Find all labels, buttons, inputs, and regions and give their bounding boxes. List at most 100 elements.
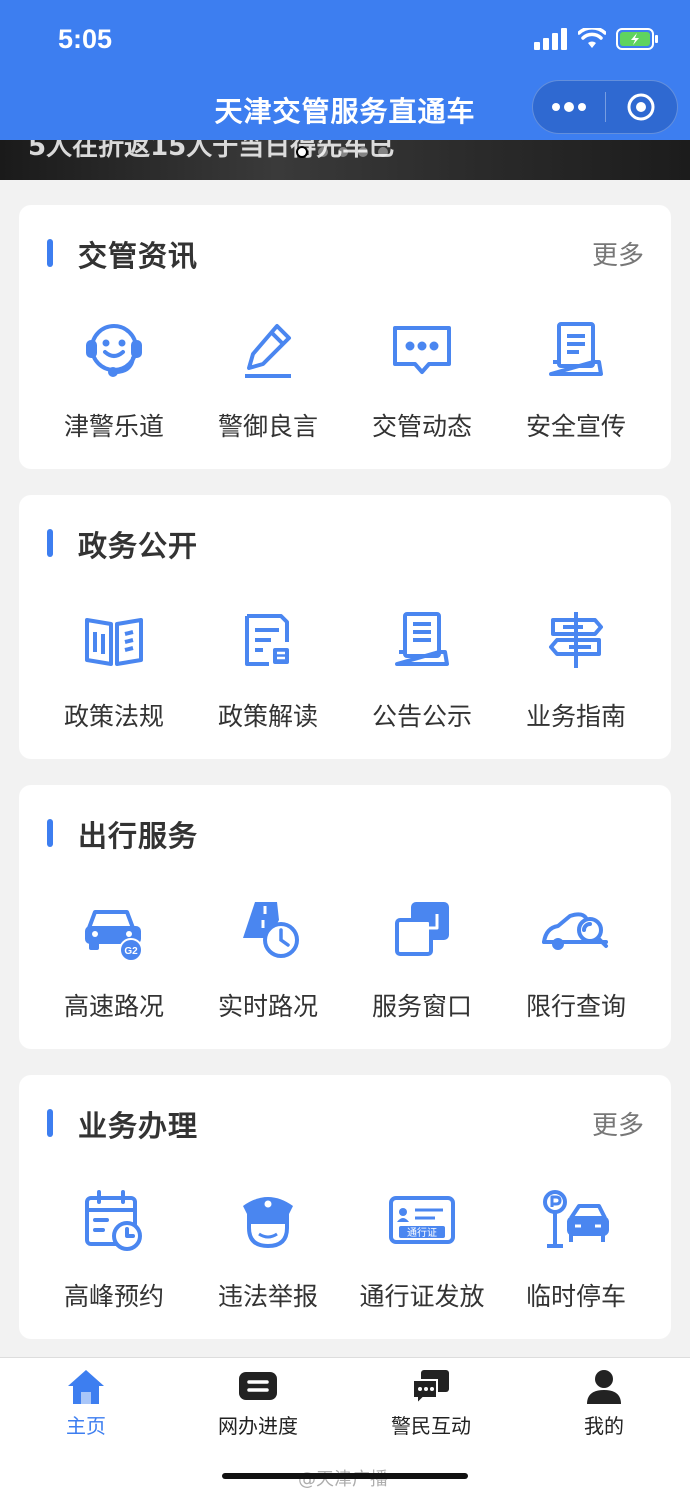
grid-label: 业务指南 bbox=[525, 702, 626, 731]
section-traffic-news: 交管资讯 更多 津警乐道 警御良言 交管动态 安全宣传 bbox=[19, 205, 671, 469]
grid-label: 交管动态 bbox=[371, 412, 472, 441]
section-business-handling: 业务办理 更多 高峰预约 违法举报 通行证 通行证发放 临时停车 bbox=[19, 1075, 671, 1339]
grid-item-fuwuchuangkou[interactable]: 服务窗口 bbox=[345, 895, 499, 1023]
grid-label: 违法举报 bbox=[217, 1282, 318, 1311]
signal-icon bbox=[534, 28, 567, 50]
banner-carousel[interactable]: 5人在折返15人于当日得先车已 bbox=[0, 140, 690, 180]
signpost-icon bbox=[540, 605, 612, 677]
grid-item-tongxingzhengfafang[interactable]: 通行证 通行证发放 bbox=[345, 1185, 499, 1313]
target-icon bbox=[627, 93, 655, 121]
car-g2-icon: G2 bbox=[78, 895, 150, 967]
tab-label: 警民互动 bbox=[391, 1414, 471, 1438]
pass-card-text: 通行证 bbox=[407, 1226, 437, 1239]
grid-item-zhengcefagui[interactable]: 政策法规 bbox=[37, 605, 191, 733]
user-icon bbox=[587, 1370, 621, 1404]
section-title: 交管资讯 bbox=[78, 239, 199, 273]
more-options-button[interactable] bbox=[533, 81, 605, 133]
section-header: 交管资讯 更多 bbox=[19, 233, 671, 273]
status-time: 5:05 bbox=[58, 24, 113, 54]
grid-item-yewuzhinan[interactable]: 业务指南 bbox=[499, 605, 653, 733]
window-squares-icon bbox=[386, 895, 458, 967]
more-link[interactable]: 更多 bbox=[592, 1105, 644, 1142]
tab-label: 主页 bbox=[66, 1414, 106, 1438]
grid-label: 公告公示 bbox=[371, 702, 472, 731]
section-header: 政务公开 bbox=[19, 523, 671, 563]
section-travel-services: 出行服务 G2 高速路况 实时路况 服务窗口 限行查询 bbox=[19, 785, 671, 1049]
section-header: 出行服务 bbox=[19, 813, 671, 853]
section-header: 业务办理 更多 bbox=[19, 1103, 671, 1143]
tab-interaction[interactable]: 警民互动 bbox=[345, 1368, 517, 1439]
document-stand-icon bbox=[540, 315, 612, 387]
grid-label: 通行证发放 bbox=[359, 1282, 485, 1311]
police-officer-icon bbox=[232, 1185, 304, 1257]
section-government-affairs: 政务公开 政策法规 政策解读 公告公示 业务指南 bbox=[19, 495, 671, 759]
section-title: 出行服务 bbox=[78, 819, 199, 853]
g2-badge: G2 bbox=[124, 946, 138, 957]
grid-item-xianxingchaxun[interactable]: 限行查询 bbox=[499, 895, 653, 1023]
section-accent-bar bbox=[47, 819, 53, 847]
interaction-icon bbox=[412, 1370, 449, 1406]
grid-item-zhengcejiedu[interactable]: 政策解读 bbox=[191, 605, 345, 733]
nav-bar: 天津交管服务直通车 bbox=[0, 80, 690, 140]
tab-progress[interactable]: 网办进度 bbox=[172, 1368, 344, 1439]
headset-smile-icon bbox=[78, 315, 150, 387]
section-title: 政务公开 bbox=[78, 529, 199, 563]
grid-label: 限行查询 bbox=[525, 992, 626, 1021]
grid-item-jinjingledao[interactable]: 津警乐道 bbox=[37, 315, 191, 443]
grid-item-anquanxuanchuan[interactable]: 安全宣传 bbox=[499, 315, 653, 443]
status-icons bbox=[534, 28, 660, 50]
grid-label: 高速路况 bbox=[63, 992, 164, 1021]
progress-icon bbox=[239, 1372, 277, 1400]
section-grid: 政策法规 政策解读 公告公示 业务指南 bbox=[19, 605, 671, 733]
calendar-clock-icon bbox=[78, 1185, 150, 1257]
grid-label: 服务窗口 bbox=[371, 992, 472, 1021]
document-lines-icon bbox=[232, 605, 304, 677]
more-link[interactable]: 更多 bbox=[592, 235, 644, 272]
mini-program-capsule bbox=[532, 80, 678, 134]
grid-item-jiaoguandongtai[interactable]: 交管动态 bbox=[345, 315, 499, 443]
grid-label: 实时路况 bbox=[217, 992, 318, 1021]
parking-car-icon bbox=[540, 1185, 612, 1257]
grid-item-weifajubao[interactable]: 违法举报 bbox=[191, 1185, 345, 1313]
section-grid: 高峰预约 违法举报 通行证 通行证发放 临时停车 bbox=[19, 1185, 671, 1313]
open-book-icon bbox=[78, 605, 150, 677]
carousel-indicator bbox=[296, 146, 388, 158]
grid-label: 政策法规 bbox=[63, 702, 164, 731]
car-search-icon bbox=[540, 895, 612, 967]
grid-label: 政策解读 bbox=[217, 702, 318, 731]
section-accent-bar bbox=[47, 239, 53, 267]
section-grid: G2 高速路况 实时路况 服务窗口 限行查询 bbox=[19, 895, 671, 1023]
carousel-dot bbox=[338, 147, 348, 157]
carousel-dot bbox=[358, 147, 368, 157]
road-clock-icon bbox=[232, 895, 304, 967]
more-dots-icon bbox=[551, 102, 586, 112]
close-mini-program-button[interactable] bbox=[606, 81, 678, 133]
grid-label: 警御良言 bbox=[217, 412, 318, 441]
section-title: 业务办理 bbox=[78, 1109, 199, 1143]
tab-label: 我的 bbox=[584, 1414, 624, 1438]
grid-item-jingyuliangyan[interactable]: 警御良言 bbox=[191, 315, 345, 443]
carousel-dot bbox=[378, 147, 388, 157]
carousel-dot-active bbox=[296, 146, 308, 158]
pen-icon bbox=[232, 315, 304, 387]
grid-item-gaosulukuang[interactable]: G2 高速路况 bbox=[37, 895, 191, 1023]
tab-home[interactable]: 主页 bbox=[0, 1368, 172, 1439]
chat-bubble-icon bbox=[386, 315, 458, 387]
tab-mine[interactable]: 我的 bbox=[518, 1368, 690, 1439]
tab-label: 网办进度 bbox=[218, 1414, 298, 1438]
section-accent-bar bbox=[47, 1109, 53, 1137]
notice-board-icon bbox=[386, 605, 458, 677]
grid-item-linshitingche[interactable]: 临时停车 bbox=[499, 1185, 653, 1313]
home-icon bbox=[68, 1370, 104, 1404]
grid-label: 临时停车 bbox=[525, 1282, 626, 1311]
battery-charging-icon bbox=[616, 28, 658, 50]
grid-item-gaofengyuyue[interactable]: 高峰预约 bbox=[37, 1185, 191, 1313]
status-bar: 5:05 bbox=[0, 0, 690, 80]
grid-item-gonggaogongshi[interactable]: 公告公示 bbox=[345, 605, 499, 733]
grid-item-shishilukuang[interactable]: 实时路况 bbox=[191, 895, 345, 1023]
wifi-icon bbox=[578, 28, 606, 48]
home-indicator bbox=[222, 1473, 468, 1479]
grid-label: 津警乐道 bbox=[63, 412, 164, 441]
pass-card-icon: 通行证 bbox=[386, 1185, 458, 1257]
grid-label: 安全宣传 bbox=[525, 412, 626, 441]
